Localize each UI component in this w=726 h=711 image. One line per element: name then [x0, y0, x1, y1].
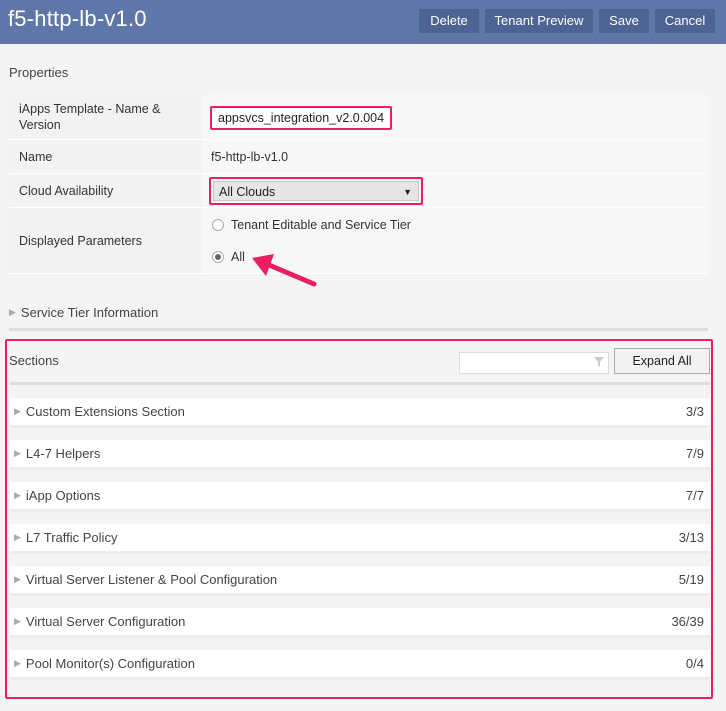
radio-button[interactable] — [212, 219, 224, 231]
template-value: appsvcs_integration_v2.0.004 — [210, 106, 393, 130]
expand-triangle-icon: ▶ — [14, 406, 21, 416]
section-name: iApp Options — [25, 488, 101, 503]
radio-button-checked[interactable] — [212, 251, 224, 263]
radio-option-all[interactable]: All — [212, 250, 245, 264]
section-row-l7-traffic-policy[interactable]: ▶ L7 Traffic Policy 3/13 — [10, 524, 710, 554]
dropdown-arrow-icon: ▼ — [403, 187, 412, 197]
expand-triangle-icon: ▶ — [14, 448, 21, 458]
radio-option-tenant-editable[interactable]: Tenant Editable and Service Tier — [212, 218, 411, 232]
cloud-select-highlight: All Clouds ▼ — [209, 177, 423, 205]
section-count: 36/39 — [671, 614, 704, 629]
service-tier-toggle[interactable]: ▶ Service Tier Information — [9, 305, 158, 320]
section-row-custom-extensions[interactable]: ▶ Custom Extensions Section 3/3 — [10, 398, 710, 428]
sections-filter-input[interactable] — [459, 352, 609, 374]
template-row: iApps Template - Name & Version appsvcs_… — [9, 94, 708, 140]
params-label: Displayed Parameters — [9, 208, 202, 273]
section-count: 0/4 — [685, 656, 704, 671]
filter-icon — [594, 357, 604, 367]
page-title: f5-http-lb-v1.0 — [8, 6, 147, 31]
section-row-vs-listener-pool[interactable]: ▶ Virtual Server Listener & Pool Configur… — [10, 566, 710, 596]
service-tier-label: Service Tier Information — [20, 305, 159, 320]
page-header: f5-http-lb-v1.0 Delete Tenant Preview Sa… — [0, 0, 726, 44]
expand-triangle-icon: ▶ — [9, 307, 16, 317]
section-count: 5/19 — [678, 572, 704, 587]
sections-title: Sections — [9, 353, 59, 368]
name-row: Name f5-http-lb-v1.0 — [9, 140, 708, 174]
radio-label: Tenant Editable and Service Tier — [231, 218, 411, 232]
section-row-l4-7-helpers[interactable]: ▶ L4-7 Helpers 7/9 — [10, 440, 710, 470]
section-name: Virtual Server Listener & Pool Configura… — [25, 572, 278, 587]
section-name: L7 Traffic Policy — [25, 530, 118, 545]
divider — [10, 382, 710, 385]
section-count: 7/7 — [685, 488, 704, 503]
section-row-vs-configuration[interactable]: ▶ Virtual Server Configuration 36/39 — [10, 608, 710, 638]
cloud-row: Cloud Availability All Clouds ▼ — [9, 174, 708, 208]
cancel-button[interactable]: Cancel — [655, 9, 715, 33]
section-name: Virtual Server Configuration — [25, 614, 186, 629]
expand-triangle-icon: ▶ — [14, 658, 21, 668]
radio-label: All — [231, 250, 245, 264]
cloud-label: Cloud Availability — [9, 174, 202, 207]
section-name: Custom Extensions Section — [25, 404, 185, 419]
divider — [9, 328, 708, 331]
section-row-pool-monitor[interactable]: ▶ Pool Monitor(s) Configuration 0/4 — [10, 650, 710, 680]
params-row: Displayed Parameters Tenant Editable and… — [9, 208, 708, 274]
save-button[interactable]: Save — [599, 9, 649, 33]
expand-triangle-icon: ▶ — [14, 490, 21, 500]
sections-panel: Sections Expand All ▶ Custom Extensions S… — [5, 339, 713, 699]
cloud-availability-select[interactable]: All Clouds ▼ — [213, 181, 419, 201]
section-row-iapp-options[interactable]: ▶ iApp Options 7/7 — [10, 482, 710, 512]
name-label: Name — [9, 140, 202, 173]
section-name: L4-7 Helpers — [25, 446, 101, 461]
section-count: 3/3 — [685, 404, 704, 419]
properties-heading: Properties — [9, 65, 69, 80]
cloud-select-value: All Clouds — [219, 185, 276, 199]
section-count: 7/9 — [685, 446, 704, 461]
template-label: iApps Template - Name & Version — [9, 94, 202, 139]
expand-triangle-icon: ▶ — [14, 616, 21, 626]
expand-all-button[interactable]: Expand All — [614, 348, 710, 374]
properties-table: iApps Template - Name & Version appsvcs_… — [9, 94, 708, 274]
section-name: Pool Monitor(s) Configuration — [25, 656, 195, 671]
name-value: f5-http-lb-v1.0 — [211, 149, 289, 164]
section-count: 3/13 — [678, 530, 704, 545]
delete-button[interactable]: Delete — [419, 9, 479, 33]
annotation-arrow-icon — [252, 254, 317, 287]
expand-triangle-icon: ▶ — [14, 532, 21, 542]
tenant-preview-button[interactable]: Tenant Preview — [485, 9, 593, 33]
expand-triangle-icon: ▶ — [14, 574, 21, 584]
